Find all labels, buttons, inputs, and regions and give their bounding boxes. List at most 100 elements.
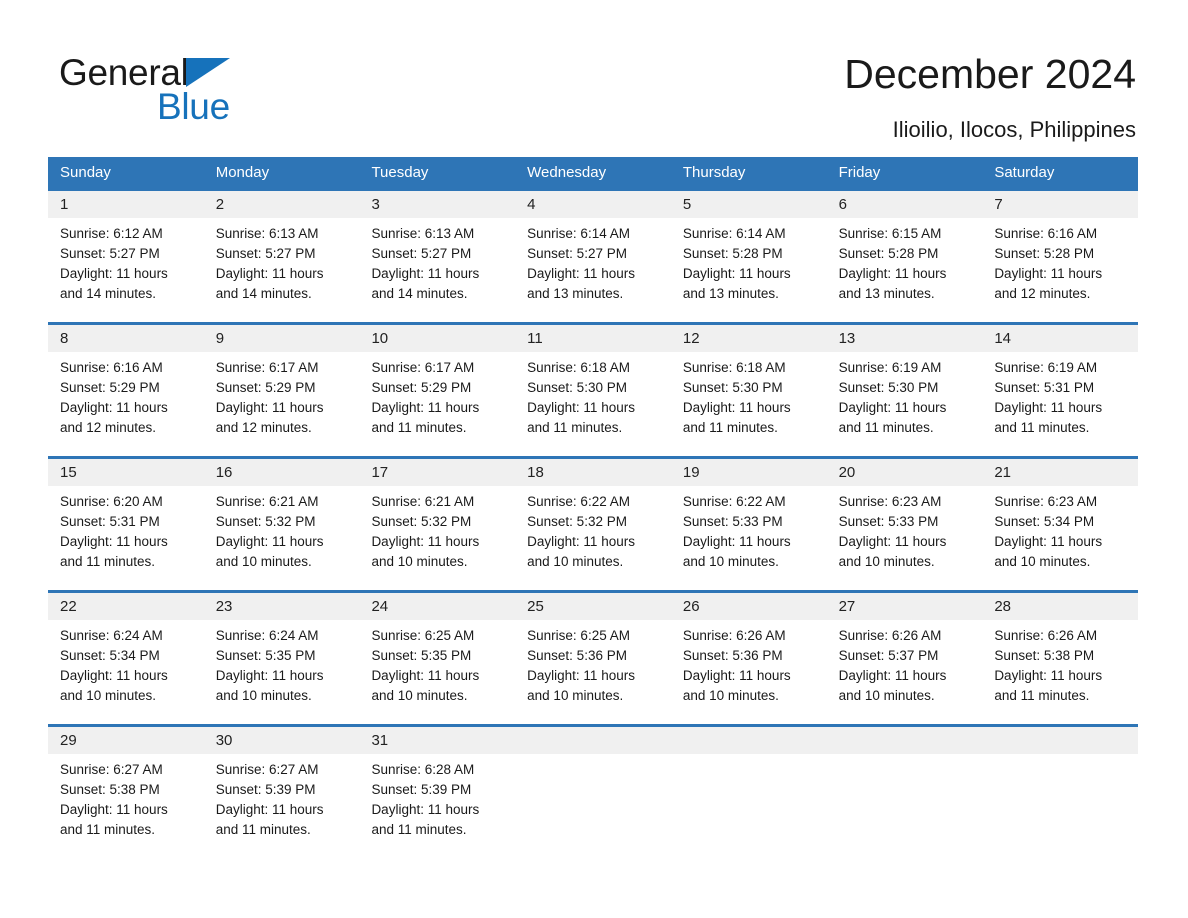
day-cell[interactable]: Sunrise: 6:19 AM Sunset: 5:30 PM Dayligh… — [827, 352, 983, 456]
day-number[interactable]: 17 — [359, 459, 515, 486]
sunset-text: Sunset: 5:29 PM — [215, 380, 316, 395]
day-cell[interactable]: Sunrise: 6:24 AM Sunset: 5:34 PM Dayligh… — [48, 620, 204, 724]
day-cell[interactable]: Sunrise: 6:20 AM Sunset: 5:31 PM Dayligh… — [48, 486, 204, 590]
daylight-text-line1: Daylight: 11 hours — [838, 266, 947, 281]
sunrise-text: Sunrise: 6:14 AM — [527, 226, 630, 241]
day-number[interactable]: 3 — [359, 191, 515, 218]
day-cell[interactable]: Sunrise: 6:26 AM Sunset: 5:36 PM Dayligh… — [671, 620, 827, 724]
day-number[interactable]: 18 — [515, 459, 671, 486]
day-cell[interactable]: Sunrise: 6:27 AM Sunset: 5:39 PM Dayligh… — [204, 754, 360, 858]
day-number[interactable]: 2 — [204, 191, 360, 218]
daylight-text-line1: Daylight: 11 hours — [215, 802, 324, 817]
day-number[interactable]: 14 — [982, 325, 1138, 352]
day-cell[interactable]: Sunrise: 6:27 AM Sunset: 5:38 PM Dayligh… — [48, 754, 204, 858]
day-cell[interactable]: Sunrise: 6:24 AM Sunset: 5:35 PM Dayligh… — [204, 620, 360, 724]
day-number[interactable]: 29 — [48, 727, 204, 754]
day-number[interactable]: 30 — [204, 727, 360, 754]
daylight-text-line2: and 10 minutes. — [215, 688, 312, 703]
day-cell[interactable]: Sunrise: 6:17 AM Sunset: 5:29 PM Dayligh… — [204, 352, 360, 456]
daylight-text-line1: Daylight: 11 hours — [527, 400, 635, 415]
day-cell[interactable]: Sunrise: 6:22 AM Sunset: 5:32 PM Dayligh… — [515, 486, 671, 590]
sunrise-text: Sunrise: 6:23 AM — [838, 494, 942, 509]
day-cell[interactable]: Sunrise: 6:13 AM Sunset: 5:27 PM Dayligh… — [359, 218, 515, 322]
sunrise-text: Sunrise: 6:13 AM — [215, 226, 319, 241]
sunrise-text: Sunrise: 6:20 AM — [60, 494, 163, 509]
daylight-text-line1: Daylight: 11 hours — [994, 266, 1103, 281]
day-cell[interactable]: Sunrise: 6:19 AM Sunset: 5:31 PM Dayligh… — [982, 352, 1138, 456]
logo-blue-text: Blue — [157, 86, 230, 127]
sunrise-text: Sunrise: 6:24 AM — [60, 628, 163, 643]
day-number[interactable]: 27 — [827, 593, 983, 620]
day-number[interactable]: 6 — [827, 191, 983, 218]
day-cell[interactable]: Sunrise: 6:18 AM Sunset: 5:30 PM Dayligh… — [515, 352, 671, 456]
day-number[interactable]: 10 — [359, 325, 515, 352]
day-number[interactable]: 9 — [204, 325, 360, 352]
daylight-text-line1: Daylight: 11 hours — [60, 668, 168, 683]
day-cell[interactable]: Sunrise: 6:22 AM Sunset: 5:33 PM Dayligh… — [671, 486, 827, 590]
daylight-text-line1: Daylight: 11 hours — [527, 534, 635, 549]
day-cell[interactable]: Sunrise: 6:16 AM Sunset: 5:28 PM Dayligh… — [982, 218, 1138, 322]
day-number[interactable]: 13 — [827, 325, 983, 352]
daylight-text-line2: and 12 minutes. — [994, 286, 1091, 301]
day-cell[interactable]: Sunrise: 6:16 AM Sunset: 5:29 PM Dayligh… — [48, 352, 204, 456]
day-cell[interactable]: Sunrise: 6:12 AM Sunset: 5:27 PM Dayligh… — [48, 218, 204, 322]
daylight-text-line2: and 10 minutes. — [371, 688, 468, 703]
day-number[interactable]: 25 — [515, 593, 671, 620]
day-cell[interactable]: Sunrise: 6:23 AM Sunset: 5:33 PM Dayligh… — [827, 486, 983, 590]
day-number[interactable]: 21 — [982, 459, 1138, 486]
sunset-text: Sunset: 5:37 PM — [838, 648, 939, 663]
sunrise-text: Sunrise: 6:14 AM — [682, 226, 786, 241]
sunrise-text: Sunrise: 6:26 AM — [994, 628, 1098, 643]
day-number[interactable]: 5 — [671, 191, 827, 218]
day-cell[interactable]: Sunrise: 6:21 AM Sunset: 5:32 PM Dayligh… — [204, 486, 360, 590]
day-number[interactable]: 11 — [515, 325, 671, 352]
day-number[interactable]: 4 — [515, 191, 671, 218]
daylight-text-line1: Daylight: 11 hours — [994, 400, 1103, 415]
day-number[interactable]: 19 — [671, 459, 827, 486]
day-cell[interactable]: Sunrise: 6:18 AM Sunset: 5:30 PM Dayligh… — [671, 352, 827, 456]
day-cell[interactable]: Sunrise: 6:15 AM Sunset: 5:28 PM Dayligh… — [827, 218, 983, 322]
day-cell[interactable]: Sunrise: 6:13 AM Sunset: 5:27 PM Dayligh… — [204, 218, 360, 322]
day-number[interactable]: 31 — [359, 727, 515, 754]
day-number[interactable]: 26 — [671, 593, 827, 620]
weekday-header-row: Sunday Monday Tuesday Wednesday Thursday… — [48, 157, 1138, 188]
sunset-text: Sunset: 5:27 PM — [527, 246, 627, 261]
day-cell[interactable]: Sunrise: 6:25 AM Sunset: 5:36 PM Dayligh… — [515, 620, 671, 724]
day-number[interactable]: 7 — [982, 191, 1138, 218]
daylight-text-line2: and 11 minutes. — [215, 822, 311, 837]
sunset-text: Sunset: 5:34 PM — [60, 648, 160, 663]
daylight-text-line2: and 11 minutes. — [371, 822, 467, 837]
day-number[interactable]: 20 — [827, 459, 983, 486]
sunset-text: Sunset: 5:39 PM — [371, 782, 472, 797]
daylight-text-line2: and 10 minutes. — [371, 554, 468, 569]
sunrise-text: Sunrise: 6:18 AM — [527, 360, 630, 375]
day-cell[interactable]: Sunrise: 6:26 AM Sunset: 5:37 PM Dayligh… — [827, 620, 983, 724]
day-cell[interactable]: Sunrise: 6:23 AM Sunset: 5:34 PM Dayligh… — [982, 486, 1138, 590]
day-cell[interactable]: Sunrise: 6:26 AM Sunset: 5:38 PM Dayligh… — [982, 620, 1138, 724]
week-daynumber-band: 29 30 31 — [48, 727, 1138, 754]
sunrise-text: Sunrise: 6:26 AM — [682, 628, 786, 643]
daylight-text-line2: and 10 minutes. — [527, 554, 624, 569]
day-number[interactable]: 1 — [48, 191, 204, 218]
daylight-text-line1: Daylight: 11 hours — [215, 266, 324, 281]
sunrise-text: Sunrise: 6:28 AM — [371, 762, 475, 777]
day-cell[interactable]: Sunrise: 6:14 AM Sunset: 5:28 PM Dayligh… — [671, 218, 827, 322]
daylight-text-line2: and 10 minutes. — [994, 554, 1091, 569]
daylight-text-line2: and 12 minutes. — [215, 420, 312, 435]
sunset-text: Sunset: 5:38 PM — [994, 648, 1095, 663]
day-cell[interactable]: Sunrise: 6:21 AM Sunset: 5:32 PM Dayligh… — [359, 486, 515, 590]
day-number[interactable]: 8 — [48, 325, 204, 352]
day-number[interactable]: 12 — [671, 325, 827, 352]
day-cell[interactable]: Sunrise: 6:17 AM Sunset: 5:29 PM Dayligh… — [359, 352, 515, 456]
day-number[interactable]: 28 — [982, 593, 1138, 620]
week-daynumber-band: 8 9 10 11 12 13 14 — [48, 325, 1138, 352]
day-number[interactable]: 16 — [204, 459, 360, 486]
daylight-text-line2: and 11 minutes. — [994, 688, 1090, 703]
day-cell[interactable]: Sunrise: 6:25 AM Sunset: 5:35 PM Dayligh… — [359, 620, 515, 724]
day-number[interactable]: 22 — [48, 593, 204, 620]
day-number[interactable]: 24 — [359, 593, 515, 620]
day-number[interactable]: 23 — [204, 593, 360, 620]
day-cell[interactable]: Sunrise: 6:14 AM Sunset: 5:27 PM Dayligh… — [515, 218, 671, 322]
day-number[interactable]: 15 — [48, 459, 204, 486]
day-cell[interactable]: Sunrise: 6:28 AM Sunset: 5:39 PM Dayligh… — [359, 754, 515, 858]
